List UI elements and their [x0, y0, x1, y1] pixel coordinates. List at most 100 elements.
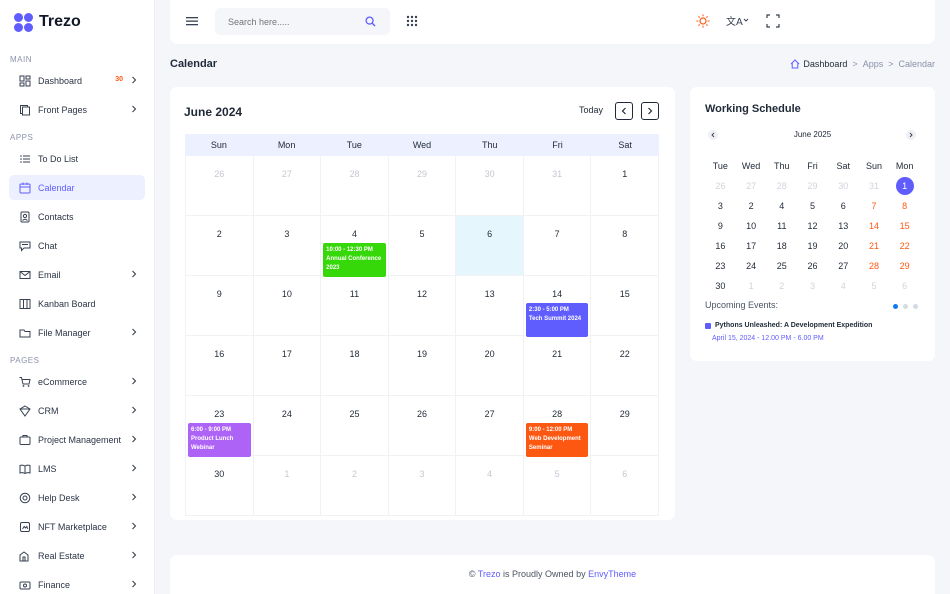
search-icon[interactable] — [365, 16, 376, 27]
mini-day[interactable]: 30 — [828, 176, 859, 196]
calendar-day-cell[interactable]: 18 — [321, 336, 389, 395]
search-input[interactable] — [215, 8, 345, 35]
brand[interactable]: Trezo — [0, 0, 154, 44]
mini-day[interactable]: 2 — [736, 196, 767, 216]
mini-day[interactable]: 1 — [889, 176, 920, 196]
mini-day[interactable]: 12 — [797, 216, 828, 236]
mini-day[interactable]: 10 — [736, 216, 767, 236]
calendar-day-cell[interactable]: 19 — [389, 336, 457, 395]
calendar-day-cell[interactable]: 21 — [524, 336, 592, 395]
calendar-day-cell[interactable]: 29 — [591, 396, 660, 455]
carousel-dot[interactable] — [893, 304, 898, 309]
calendar-day-cell[interactable]: 4 10:00 - 12:30 PM Annual Conference 2023 — [321, 216, 389, 277]
sidebar-item-dashboard[interactable]: Dashboard 30 — [9, 68, 145, 93]
calendar-day-cell[interactable]: 15 — [591, 276, 660, 335]
calendar-day-cell[interactable]: 1 — [254, 456, 322, 515]
calendar-day-cell[interactable]: 2 — [185, 216, 254, 275]
sidebar-item-chat[interactable]: Chat — [9, 233, 145, 258]
sidebar-item-project-management[interactable]: Project Management — [9, 427, 145, 452]
calendar-day-cell[interactable]: 26 — [185, 156, 254, 215]
calendar-day-cell[interactable]: 10 — [254, 276, 322, 335]
calendar-day-cell[interactable]: 5 — [389, 216, 457, 275]
calendar-day-cell[interactable]: 23 6:00 - 9:00 PM Product Lunch Webinar — [185, 396, 254, 457]
calendar-day-cell[interactable]: 3 — [389, 456, 457, 515]
today-button[interactable]: Today — [579, 105, 603, 115]
mini-day[interactable]: 27 — [828, 256, 859, 276]
mini-day[interactable]: 6 — [889, 276, 920, 296]
calendar-day-cell[interactable]: 27 — [456, 396, 524, 455]
mini-day[interactable]: 5 — [859, 276, 890, 296]
mini-day[interactable]: 30 — [705, 276, 736, 296]
mini-day[interactable]: 26 — [705, 176, 736, 196]
calendar-day-cell[interactable]: 13 — [456, 276, 524, 335]
mini-day[interactable]: 14 — [859, 216, 890, 236]
mini-day[interactable]: 1 — [736, 276, 767, 296]
sidebar-item-email[interactable]: Email — [9, 262, 145, 287]
calendar-day-cell[interactable]: 6 — [456, 216, 524, 275]
mini-day[interactable]: 16 — [705, 236, 736, 256]
mini-day[interactable]: 4 — [766, 196, 797, 216]
calendar-day-cell[interactable]: 26 — [389, 396, 457, 455]
calendar-day-cell[interactable]: 9 — [185, 276, 254, 335]
breadcrumb-item-apps[interactable]: Apps — [863, 59, 884, 69]
calendar-day-cell[interactable]: 20 — [456, 336, 524, 395]
mini-day[interactable]: 8 — [889, 196, 920, 216]
mini-day[interactable]: 19 — [797, 236, 828, 256]
sidebar-item-help-desk[interactable]: Help Desk — [9, 485, 145, 510]
theme-sun-icon[interactable] — [696, 14, 710, 28]
sidebar-item-real-estate[interactable]: Real Estate — [9, 543, 145, 568]
calendar-day-cell[interactable]: 28 9:00 - 12:00 PM Web Development Seminar — [524, 396, 592, 457]
calendar-day-cell[interactable]: 24 — [254, 396, 322, 455]
mini-day[interactable]: 31 — [859, 176, 890, 196]
sidebar-item-lms[interactable]: LMS — [9, 456, 145, 481]
calendar-day-cell[interactable]: 1 — [591, 156, 660, 215]
mini-day[interactable]: 20 — [828, 236, 859, 256]
mini-day[interactable]: 27 — [736, 176, 767, 196]
mini-day[interactable]: 6 — [828, 196, 859, 216]
mini-day[interactable]: 29 — [889, 256, 920, 276]
mini-day[interactable]: 17 — [736, 236, 767, 256]
calendar-day-cell[interactable]: 27 — [254, 156, 322, 215]
mini-day[interactable]: 2 — [766, 276, 797, 296]
fullscreen-icon[interactable] — [766, 14, 780, 28]
mini-prev-button[interactable] — [708, 130, 718, 140]
sidebar-item-calendar[interactable]: Calendar — [9, 175, 145, 200]
carousel-dot[interactable] — [913, 304, 918, 309]
calendar-day-cell[interactable]: 2 — [321, 456, 389, 515]
sidebar-item-front-pages[interactable]: Front Pages — [9, 97, 145, 122]
mini-day[interactable]: 11 — [766, 216, 797, 236]
mini-day[interactable]: 24 — [736, 256, 767, 276]
breadcrumb-home[interactable]: Dashboard — [790, 59, 847, 69]
mini-day[interactable]: 18 — [766, 236, 797, 256]
calendar-event[interactable]: 9:00 - 12:00 PM Web Development Seminar — [525, 423, 589, 457]
calendar-day-cell[interactable]: 30 — [456, 156, 524, 215]
mini-day[interactable]: 28 — [859, 256, 890, 276]
mini-day[interactable]: 4 — [828, 276, 859, 296]
calendar-event[interactable]: 10:00 - 12:30 PM Annual Conference 2023 — [323, 243, 386, 277]
mini-day[interactable]: 25 — [766, 256, 797, 276]
calendar-day-cell[interactable]: 22 — [591, 336, 660, 395]
mini-day[interactable]: 7 — [859, 196, 890, 216]
calendar-day-cell[interactable]: 17 — [254, 336, 322, 395]
mini-day[interactable]: 22 — [889, 236, 920, 256]
calendar-day-cell[interactable]: 7 — [524, 216, 592, 275]
sidebar-item-ecommerce[interactable]: eCommerce — [9, 369, 145, 394]
calendar-event[interactable]: 2:30 - 5:00 PM Tech Summit 2024 — [525, 303, 589, 337]
sidebar-item-to-do-list[interactable]: To Do List — [9, 146, 145, 171]
carousel-dot[interactable] — [903, 304, 908, 309]
sidebar-item-crm[interactable]: CRM — [9, 398, 145, 423]
mini-day[interactable]: 3 — [797, 276, 828, 296]
translate-icon[interactable]: 文A — [726, 14, 750, 28]
sidebar-item-nft-marketplace[interactable]: NFT Marketplace — [9, 514, 145, 539]
mini-day[interactable]: 21 — [859, 236, 890, 256]
mini-day[interactable]: 15 — [889, 216, 920, 236]
calendar-day-cell[interactable]: 3 — [254, 216, 322, 275]
mini-day[interactable]: 23 — [705, 256, 736, 276]
calendar-day-cell[interactable]: 5 — [524, 456, 592, 515]
next-month-button[interactable] — [641, 102, 659, 120]
calendar-day-cell[interactable]: 11 — [321, 276, 389, 335]
mini-next-button[interactable] — [906, 130, 916, 140]
mini-day[interactable]: 3 — [705, 196, 736, 216]
calendar-event[interactable]: 6:00 - 9:00 PM Product Lunch Webinar — [188, 423, 251, 457]
calendar-day-cell[interactable]: 30 — [185, 456, 254, 515]
